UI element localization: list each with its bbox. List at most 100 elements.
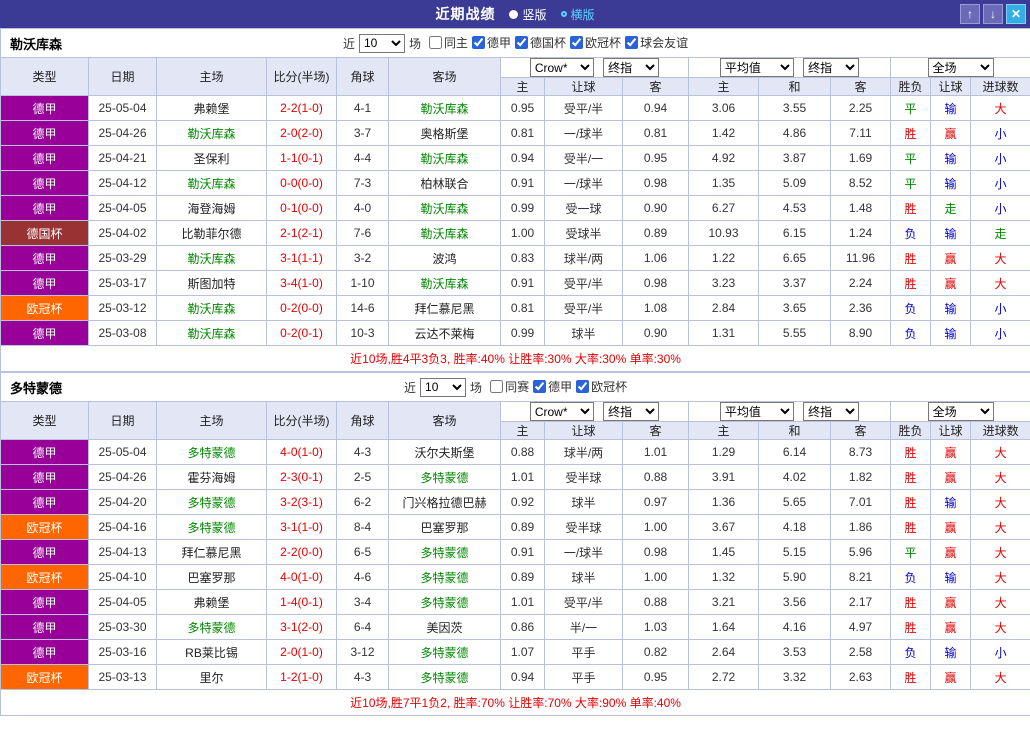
col-header-type: 类型 xyxy=(0,401,89,440)
team-name: 勒沃库森 xyxy=(10,36,63,52)
sub-header: 主 xyxy=(688,421,759,440)
filter-suffix-label: 场 xyxy=(408,36,421,51)
away-team: 波鸿 xyxy=(388,245,501,271)
col-header-date: 日期 xyxy=(88,57,157,96)
league-filter-checkbox[interactable]: 欧冠杯 xyxy=(566,34,621,51)
result-outcome: 胜 xyxy=(890,514,931,540)
match-count-select[interactable]: 10 xyxy=(420,377,467,397)
layout-radio-vertical[interactable]: 竖版 xyxy=(509,6,547,23)
result-outcome: 胜 xyxy=(890,464,931,490)
corner-score: 10-3 xyxy=(336,320,389,346)
result-outcome: 平 xyxy=(890,539,931,565)
league-type-badge: 德甲 xyxy=(0,589,89,615)
checkbox-input[interactable] xyxy=(625,36,639,49)
asian-away-odds: 0.98 xyxy=(622,539,689,565)
checkbox-label: 同赛 xyxy=(505,380,530,394)
odds-time-select[interactable]: 终指 xyxy=(603,58,660,77)
header-row-top: 类型 日期 主场 比分(半场) 角球 客场 Crow* 终指 平均值 终指 全场 xyxy=(0,57,1030,96)
section-filter-row: 勒沃库森 近 10 场 同主 德甲 德国杯 欧冠杯 球会友谊 xyxy=(0,28,1030,58)
checkbox-input[interactable] xyxy=(515,36,529,49)
sub-header: 让球 xyxy=(544,421,623,440)
move-down-button[interactable]: ↓ xyxy=(983,4,1003,24)
col-header-corner: 角球 xyxy=(336,57,389,96)
asian-away-odds: 1.08 xyxy=(622,295,689,321)
team-name: 多特蒙德 xyxy=(10,380,63,396)
euro-home-odds: 2.64 xyxy=(688,639,759,665)
euro-away-odds: 8.73 xyxy=(830,439,891,465)
match-row: 德甲 25-03-30 多特蒙德 3-1(2-0) 6-4 美因茨 0.86 半/一 1.03 1… xyxy=(0,614,1030,640)
match-score: 3-1(2-0) xyxy=(266,614,337,640)
result-goals: 大 xyxy=(969,464,1030,490)
euro-time-select[interactable]: 终指 xyxy=(803,58,860,77)
corner-score: 3-12 xyxy=(336,639,389,665)
asian-odds-dropdowns: Crow* 终指 xyxy=(500,401,689,422)
euro-source-select[interactable]: 平均值 xyxy=(719,402,794,421)
league-type-badge: 欧冠杯 xyxy=(0,564,89,590)
asian-handicap: 球半/两 xyxy=(544,439,623,465)
match-row: 德甲 25-04-13 拜仁慕尼黑 2-2(0-0) 6-5 多特蒙德 0.91 一/球半 0.… xyxy=(0,539,1030,565)
checkbox-input[interactable] xyxy=(472,36,486,49)
league-filter-checkbox[interactable]: 德甲 xyxy=(468,34,511,51)
checkbox-input[interactable] xyxy=(429,36,442,49)
home-team: 比勒菲尔德 xyxy=(156,220,267,246)
move-up-button[interactable]: ↑ xyxy=(960,4,980,24)
header-row-top: 类型 日期 主场 比分(半场) 角球 客场 Crow* 终指 平均值 终指 全场 xyxy=(0,401,1030,440)
scope-select[interactable]: 全场 xyxy=(927,402,994,421)
result-goals: 走 xyxy=(969,220,1030,246)
euro-draw-odds: 3.37 xyxy=(758,270,831,296)
euro-home-odds: 10.93 xyxy=(688,220,759,246)
checkbox-input[interactable] xyxy=(576,380,590,393)
euro-time-select[interactable]: 终指 xyxy=(803,402,860,421)
odds-source-select[interactable]: Crow* xyxy=(529,402,594,421)
league-type-badge: 德甲 xyxy=(0,464,89,490)
euro-draw-odds: 3.53 xyxy=(758,639,831,665)
result-outcome: 胜 xyxy=(890,614,931,640)
col-header-date: 日期 xyxy=(88,401,157,440)
checkbox-input[interactable] xyxy=(570,36,584,49)
euro-away-odds: 2.25 xyxy=(830,95,891,121)
checkbox-label: 球会友谊 xyxy=(640,36,689,50)
asian-handicap: 球半 xyxy=(544,489,623,515)
euro-odds-dropdowns: 平均值 终指 xyxy=(688,401,891,422)
result-handicap: 赢 xyxy=(930,664,971,690)
checkbox-input[interactable] xyxy=(533,380,547,393)
result-outcome: 平 xyxy=(890,170,931,196)
scope-select[interactable]: 全场 xyxy=(927,58,994,77)
col-header-away: 客场 xyxy=(388,401,501,440)
league-filter-checkbox[interactable]: 球会友谊 xyxy=(621,34,688,51)
result-handicap: 赢 xyxy=(930,514,971,540)
result-handicap: 输 xyxy=(930,564,971,590)
euro-odds-dropdowns: 平均值 终指 xyxy=(688,57,891,78)
filter-controls: 近 10 场 同主 德甲 德国杯 欧冠杯 球会友谊 xyxy=(343,33,688,53)
col-header-home: 主场 xyxy=(156,57,267,96)
asian-handicap: 受球半 xyxy=(544,220,623,246)
match-date: 25-04-26 xyxy=(88,464,157,490)
league-filter-checkbox[interactable]: 德国杯 xyxy=(511,34,566,51)
away-team: 拜仁慕尼黑 xyxy=(388,295,501,321)
league-filter-checkbox[interactable]: 德甲 xyxy=(529,378,572,395)
league-filter-checkbox[interactable]: 同赛 xyxy=(486,378,529,395)
sub-header: 和 xyxy=(758,421,831,440)
result-outcome: 负 xyxy=(890,564,931,590)
close-button[interactable]: ✕ xyxy=(1006,4,1026,24)
match-date: 25-03-12 xyxy=(88,295,157,321)
team-results-table: 勒沃库森 近 10 场 同主 德甲 德国杯 欧冠杯 球会友谊 类型 日期 主场 比分(半… xyxy=(0,28,1030,372)
home-team: 弗赖堡 xyxy=(156,589,267,615)
match-count-select[interactable]: 10 xyxy=(358,33,405,53)
layout-radio-horizontal[interactable]: 横版 xyxy=(560,6,595,23)
result-outcome: 胜 xyxy=(890,195,931,221)
match-date: 25-04-13 xyxy=(88,539,157,565)
odds-time-select[interactable]: 终指 xyxy=(603,402,660,421)
euro-source-select[interactable]: 平均值 xyxy=(719,58,794,77)
league-filter-checkbox[interactable]: 欧冠杯 xyxy=(572,378,627,395)
corner-score: 8-4 xyxy=(336,514,389,540)
odds-source-select[interactable]: Crow* xyxy=(529,58,594,77)
euro-away-odds: 8.90 xyxy=(830,320,891,346)
match-date: 25-04-02 xyxy=(88,220,157,246)
result-outcome: 负 xyxy=(890,320,931,346)
checkbox-input[interactable] xyxy=(490,380,504,393)
home-team: 多特蒙德 xyxy=(156,439,267,465)
asian-handicap: 球半 xyxy=(544,564,623,590)
league-filter-checkbox[interactable]: 同主 xyxy=(425,34,468,51)
euro-away-odds: 1.82 xyxy=(830,464,891,490)
